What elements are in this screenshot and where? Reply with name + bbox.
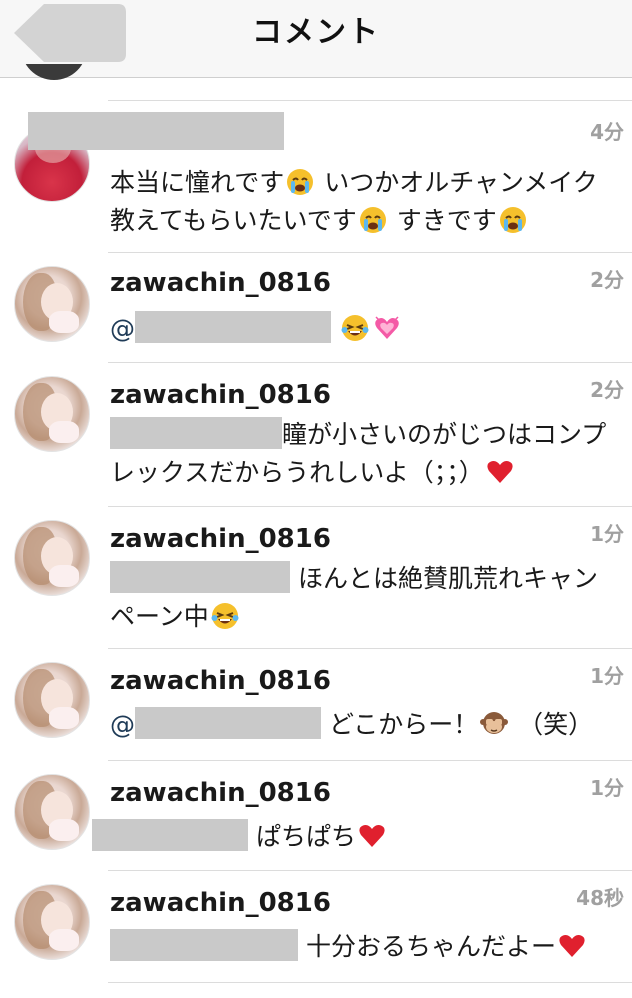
red-heart-icon (559, 934, 585, 957)
page-title: コメント (252, 15, 380, 50)
comment-text: 本当に憧れです いつかオルチャンメイク教えてもらいたいです すきです (110, 168, 598, 235)
red-heart-icon (359, 824, 385, 847)
comment-time: 48秒 (576, 886, 624, 910)
red-heart-icon (487, 460, 513, 483)
laughing-tears-icon (341, 315, 369, 341)
comment-time: 1分 (590, 776, 624, 800)
comment-text: ほんとは絶賛肌荒れキャンペーン中 (110, 560, 614, 636)
comment-item: 4分 本当に憧れです いつかオルチャンメイク教えてもらいたいです すきです (0, 112, 632, 252)
see-no-evil-monkey-icon (480, 712, 509, 734)
crying-face-icon (359, 207, 386, 233)
mention-redacted (110, 561, 290, 593)
mention-redacted (110, 417, 282, 449)
crying-face-icon (499, 207, 526, 233)
avatar[interactable] (14, 662, 90, 738)
comment-username[interactable]: zawachin_0816 (110, 886, 331, 920)
comment-item: zawachin_0816 2分 @ (0, 252, 632, 362)
comment-item: zawachin_0816 2分 瞳が小さいのがじつはコンプレックスだからうれし… (0, 362, 632, 506)
comment-item: zawachin_0816 1分 ほんとは絶賛肌荒れキャンペーン中 (0, 506, 632, 648)
comment-username[interactable]: zawachin_0816 (110, 522, 331, 556)
divider (108, 982, 632, 983)
comment-text: ぱちぱち (92, 818, 614, 856)
avatar[interactable] (14, 376, 90, 452)
laughing-tears-icon (211, 603, 239, 629)
comment-time: 1分 (590, 664, 624, 688)
comment-time: 4分 (590, 120, 624, 144)
comment-time: 2分 (590, 268, 624, 292)
avatar[interactable] (14, 774, 90, 850)
comment-text: @ (110, 310, 614, 348)
comment-item: zawachin_0816 48秒 十分おるちゃんだよー (0, 870, 632, 988)
avatar[interactable] (14, 884, 90, 960)
mention[interactable]: @ (110, 314, 135, 343)
avatar[interactable] (14, 266, 90, 342)
comment-time: 1分 (590, 522, 624, 546)
comment-text: @ どこからー！ （笑） (110, 706, 614, 744)
crying-face-icon (287, 169, 314, 195)
comment-username[interactable]: zawachin_0816 (110, 776, 331, 810)
mention-redacted (110, 929, 298, 961)
comment-text: 瞳が小さいのがじつはコンプレックスだからうれしいよ（；；） (110, 416, 614, 492)
mention-redacted (92, 819, 248, 851)
comment-username[interactable]: zawachin_0816 (110, 266, 331, 300)
growing-heart-icon (375, 316, 399, 339)
mention[interactable]: @ (110, 710, 135, 739)
comment-text: 十分おるちゃんだよー (110, 928, 614, 966)
username-redacted (28, 112, 284, 150)
mention-redacted (135, 707, 321, 739)
divider (108, 100, 632, 101)
previous-comment-avatar (18, 64, 88, 86)
comment-username[interactable]: zawachin_0816 (110, 378, 331, 412)
comment-username[interactable]: zawachin_0816 (110, 664, 331, 698)
avatar[interactable] (14, 520, 90, 596)
comment-item: zawachin_0816 1分 @ どこからー！ （笑） (0, 648, 632, 760)
nav-bar: コメント (0, 0, 632, 78)
comment-time: 2分 (590, 378, 624, 402)
mention-redacted (135, 311, 331, 343)
comment-item: zawachin_0816 1分 ぱちぱち (0, 760, 632, 870)
